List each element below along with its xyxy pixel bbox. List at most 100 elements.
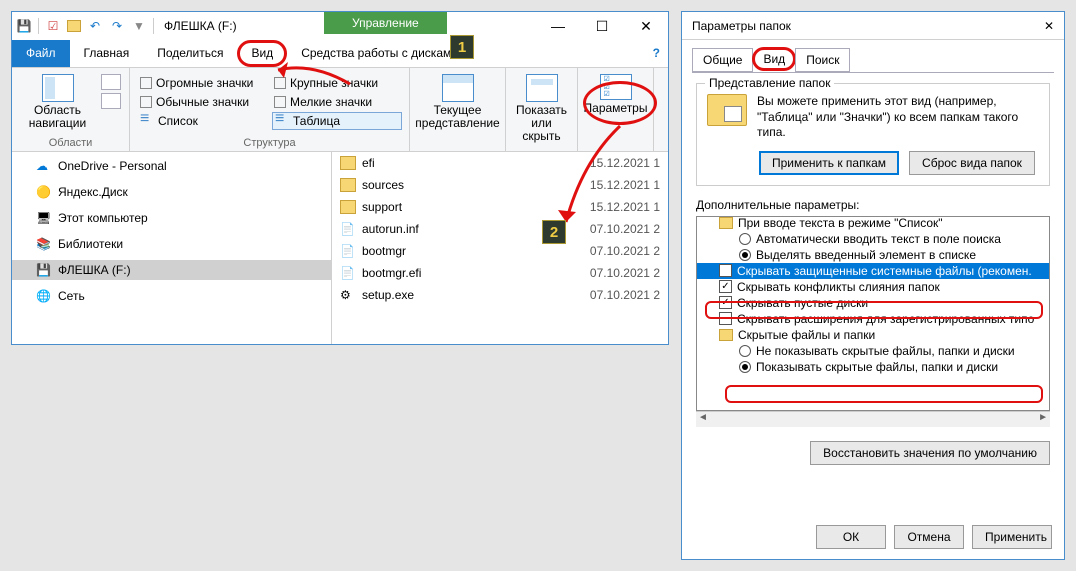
close-button[interactable]: ✕ xyxy=(1044,19,1054,33)
layout-table[interactable]: Таблица xyxy=(272,112,402,130)
tab-home[interactable]: Главная xyxy=(70,40,144,67)
tab-file[interactable]: Файл xyxy=(12,40,70,67)
window-title: ФЛЕШКА (F:) xyxy=(164,19,237,33)
file-icon: ⚙ xyxy=(340,288,356,302)
options-button[interactable]: Параметры xyxy=(586,72,645,115)
nav-this-pc[interactable]: 🖥Этот компьютер xyxy=(12,208,331,228)
cancel-button[interactable]: Отмена xyxy=(894,525,964,549)
show-hide-icon xyxy=(526,74,558,102)
tab-search[interactable]: Поиск xyxy=(795,48,850,72)
tree-item[interactable]: ✓Скрывать конфликты слияния папок xyxy=(697,279,1049,295)
tab-drive-tools[interactable]: Средства работы с дисками xyxy=(287,40,472,67)
quick-access-toolbar: 💾 ☑ ↶ ↷ ▼ xyxy=(16,18,154,34)
drive-icon: 💾 xyxy=(16,18,32,34)
radio-icon[interactable] xyxy=(739,233,751,245)
folder-icon xyxy=(719,217,733,229)
tab-general[interactable]: Общие xyxy=(692,48,753,72)
ribbon-group-current-view: Текущее представление xyxy=(410,68,506,151)
radio-icon[interactable] xyxy=(739,345,751,357)
tab-share[interactable]: Поделиться xyxy=(143,40,237,67)
preview-pane-icon[interactable] xyxy=(101,74,121,90)
redo-icon[interactable]: ↷ xyxy=(109,18,125,34)
checkbox-icon[interactable]: ✓ xyxy=(719,296,732,309)
tree-item[interactable]: Не показывать скрытые файлы, папки и дис… xyxy=(697,343,1049,359)
reset-folders-button[interactable]: Сброс вида папок xyxy=(909,151,1035,175)
apply-button[interactable]: Применить xyxy=(972,525,1052,549)
advanced-settings-tree[interactable]: При вводе текста в режиме "Список" Автом… xyxy=(696,216,1050,411)
nav-flash-drive[interactable]: 💾ФЛЕШКА (F:) xyxy=(12,260,331,280)
tree-item[interactable]: Выделять введенный элемент в списке xyxy=(697,247,1049,263)
tree-item[interactable]: ✓Скрывать пустые диски xyxy=(697,295,1049,311)
nav-yandex[interactable]: 🟡Яндекс.Диск xyxy=(12,182,331,202)
ok-button[interactable]: ОК xyxy=(816,525,886,549)
radio-icon[interactable] xyxy=(739,361,751,373)
tree-item[interactable]: Автоматически вводить текст в поле поиск… xyxy=(697,231,1049,247)
layout-normal[interactable]: Обычные значки xyxy=(138,93,268,111)
maximize-button[interactable]: ☐ xyxy=(580,12,624,40)
restore-defaults-button[interactable]: Восстановить значения по умолчанию xyxy=(810,441,1050,465)
checkbox-icon[interactable] xyxy=(719,264,732,277)
current-view-button[interactable]: Текущее представление xyxy=(418,72,497,130)
ribbon-group-panes: Область навигации Области xyxy=(12,68,130,151)
layout-list[interactable]: Список xyxy=(138,112,268,130)
navigation-pane[interactable]: ☁OneDrive - Personal 🟡Яндекс.Диск 🖥Этот … xyxy=(12,152,332,344)
tree-item[interactable]: При вводе текста в режиме "Список" xyxy=(697,216,1049,231)
checkbox-icon[interactable]: ✓ xyxy=(719,280,732,293)
list-item[interactable]: 📄bootmgr07.10.2021 2 xyxy=(332,240,668,262)
yandex-disk-icon: 🟡 xyxy=(36,185,52,199)
help-icon[interactable]: ? xyxy=(653,46,660,60)
nav-onedrive[interactable]: ☁OneDrive - Personal xyxy=(12,156,331,176)
list-item[interactable]: 📄bootmgr.efi07.10.2021 2 xyxy=(332,262,668,284)
nav-network[interactable]: 🌐Сеть xyxy=(12,286,331,306)
contextual-tab-manage[interactable]: Управление xyxy=(324,12,447,34)
delete-icon[interactable]: ▼ xyxy=(131,18,147,34)
ribbon-group-options: Параметры xyxy=(578,68,654,151)
apply-to-folders-button[interactable]: Применить к папкам xyxy=(759,151,899,175)
tab-view[interactable]: Вид xyxy=(237,40,287,67)
details-pane-icon[interactable] xyxy=(101,93,121,109)
tree-item[interactable]: Скрытые файлы и папки xyxy=(697,327,1049,343)
dialog-tabs: Общие Вид Поиск xyxy=(692,48,1054,73)
list-item[interactable]: efi15.12.2021 1 xyxy=(332,152,668,174)
folder-views-icon xyxy=(707,94,747,126)
list-item[interactable]: sources15.12.2021 1 xyxy=(332,174,668,196)
folder-icon xyxy=(719,329,733,341)
options-icon xyxy=(600,74,632,100)
folder-icon xyxy=(340,200,356,214)
tree-item-hide-protected[interactable]: Скрывать защищенные системные файлы (рек… xyxy=(697,263,1049,279)
tree-item[interactable]: Скрывать расширения для зарегистрированн… xyxy=(697,311,1049,327)
ribbon-group-label: Области xyxy=(12,137,129,149)
navigation-pane-label: Область навигации xyxy=(22,104,93,130)
list-item[interactable]: ⚙setup.exe07.10.2021 2 xyxy=(332,284,668,306)
file-list[interactable]: efi15.12.2021 1 sources15.12.2021 1 supp… xyxy=(332,152,668,344)
tree-item-show-hidden[interactable]: Показывать скрытые файлы, папки и диски xyxy=(697,359,1049,375)
radio-icon[interactable] xyxy=(739,249,751,261)
folder-icon xyxy=(340,178,356,192)
separator xyxy=(153,18,154,34)
options-label: Параметры xyxy=(584,102,648,115)
cloud-icon: ☁ xyxy=(36,159,52,173)
window-controls: — ☐ ✕ xyxy=(536,12,668,40)
ribbon: Область навигации Области Огромные значк… xyxy=(12,68,668,152)
horizontal-scrollbar[interactable] xyxy=(696,411,1050,427)
annotation-badge-2: 2 xyxy=(542,220,566,244)
dialog-titlebar[interactable]: Параметры папок ✕ xyxy=(682,12,1064,40)
layout-huge[interactable]: Огромные значки xyxy=(138,74,268,92)
new-folder-icon[interactable] xyxy=(67,20,81,32)
list-item[interactable]: support15.12.2021 1 xyxy=(332,196,668,218)
minimize-button[interactable]: — xyxy=(536,12,580,40)
properties-icon[interactable]: ☑ xyxy=(45,18,61,34)
close-button[interactable]: ✕ xyxy=(624,12,668,40)
layout-small[interactable]: Мелкие значки xyxy=(272,93,402,111)
nav-libraries[interactable]: 📚Библиотеки xyxy=(12,234,331,254)
current-view-label: Текущее представление xyxy=(415,104,499,130)
show-hide-button[interactable]: Показать или скрыть xyxy=(514,72,569,144)
annotation-badge-1: 1 xyxy=(450,35,474,59)
tab-view[interactable]: Вид xyxy=(752,47,796,71)
navigation-pane-button[interactable]: Область навигации xyxy=(20,72,95,130)
checkbox-icon[interactable] xyxy=(719,312,732,325)
current-view-icon xyxy=(442,74,474,102)
undo-icon[interactable]: ↶ xyxy=(87,18,103,34)
list-item[interactable]: 📄autorun.inf07.10.2021 2 xyxy=(332,218,668,240)
layout-large[interactable]: Крупные значки xyxy=(272,74,402,92)
